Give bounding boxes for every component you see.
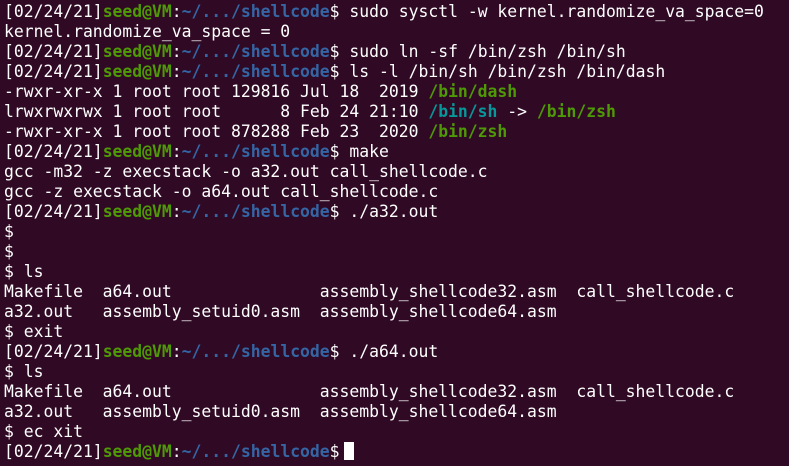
output-text: kernel.randomize_va_space = 0 [4, 22, 291, 41]
output-text: Makefile a64.out assembly_shellcode32.as… [4, 382, 735, 401]
command-text: ./a32.out [339, 202, 439, 221]
output-line: a32.out assembly_setuid0.asm assembly_sh… [4, 302, 789, 322]
prompt-colon: : [171, 342, 182, 361]
prompt-date: [02/24/21] [4, 42, 103, 61]
prompt-line: [02/24/21]seed@VM:~/.../shellcode$ ./a64… [4, 342, 789, 362]
output-text: $ [4, 222, 14, 241]
prompt-symbol: $ [329, 42, 340, 61]
output-line: $ ls [4, 262, 789, 282]
prompt-line: [02/24/21]seed@VM:~/.../shellcode$ sudo … [4, 2, 789, 22]
output-line: gcc -z execstack -o a64.out call_shellco… [4, 182, 789, 202]
prompt-user-host: seed@VM [102, 42, 172, 61]
command-text: sudo sysctl -w kernel.randomize_va_space… [339, 2, 764, 21]
file-info: lrwxrwxrwx 1 root root 8 Feb 24 21:10 [4, 102, 429, 121]
prompt-user-host: seed@VM [102, 342, 172, 361]
prompt-colon: : [171, 42, 182, 61]
prompt-symbol: $ [329, 2, 340, 21]
prompt-user-host: seed@VM [102, 142, 172, 161]
output-line: Makefile a64.out assembly_shellcode32.as… [4, 282, 789, 302]
prompt-colon: : [171, 142, 182, 161]
prompt-user-host: seed@VM [102, 202, 172, 221]
command-text: sudo ln -sf /bin/zsh /bin/sh [339, 42, 626, 61]
terminal-window[interactable]: [02/24/21]seed@VM:~/.../shellcode$ sudo … [0, 0, 789, 466]
prompt-symbol: $ [329, 62, 340, 81]
prompt-symbol: $ [329, 442, 340, 461]
output-text: $ ls [4, 362, 44, 381]
prompt-date: [02/24/21] [4, 2, 103, 21]
output-text: Makefile a64.out assembly_shellcode32.as… [4, 282, 735, 301]
symlink-name: /bin/sh [428, 102, 498, 121]
prompt-colon: : [171, 202, 182, 221]
symlink-arrow: -> [497, 102, 537, 121]
output-text: $ exit [4, 322, 64, 341]
output-line: $ ec xit [4, 422, 789, 442]
output-line: Makefile a64.out assembly_shellcode32.as… [4, 382, 789, 402]
file-info: -rwxr-xr-x 1 root root 129816 Jul 18 201… [4, 82, 429, 101]
prompt-user-host: seed@VM [102, 442, 172, 461]
prompt-line: [02/24/21]seed@VM:~/.../shellcode$ [4, 442, 789, 462]
output-line: $ ls [4, 362, 789, 382]
ls-output-line: -rwxr-xr-x 1 root root 129816 Jul 18 201… [4, 82, 789, 102]
prompt-colon: : [171, 2, 182, 21]
prompt-date: [02/24/21] [4, 202, 103, 221]
output-text: $ ec xit [4, 422, 83, 441]
prompt-colon: : [171, 62, 182, 81]
command-text: ./a64.out [339, 342, 439, 361]
command-text: ls -l /bin/sh /bin/zsh /bin/dash [339, 62, 666, 81]
output-text: gcc -z execstack -o a64.out call_shellco… [4, 182, 439, 201]
prompt-path: ~/.../shellcode [181, 62, 330, 81]
file-name: /bin/dash [428, 82, 518, 101]
prompt-line: [02/24/21]seed@VM:~/.../shellcode$ sudo … [4, 42, 789, 62]
prompt-symbol: $ [329, 342, 340, 361]
prompt-user-host: seed@VM [102, 2, 172, 21]
prompt-path: ~/.../shellcode [181, 342, 330, 361]
symlink-target: /bin/zsh [536, 102, 616, 121]
prompt-path: ~/.../shellcode [181, 42, 330, 61]
prompt-colon: : [171, 442, 182, 461]
prompt-path: ~/.../shellcode [181, 202, 330, 221]
prompt-line: [02/24/21]seed@VM:~/.../shellcode$ ls -l… [4, 62, 789, 82]
prompt-path: ~/.../shellcode [181, 442, 330, 461]
prompt-user-host: seed@VM [102, 62, 172, 81]
output-line: gcc -m32 -z execstack -o a32.out call_sh… [4, 162, 789, 182]
output-line: a32.out assembly_setuid0.asm assembly_sh… [4, 402, 789, 422]
prompt-symbol: $ [329, 142, 340, 161]
prompt-date: [02/24/21] [4, 442, 103, 461]
prompt-symbol: $ [329, 202, 340, 221]
output-text: a32.out assembly_setuid0.asm assembly_sh… [4, 402, 557, 421]
output-line: kernel.randomize_va_space = 0 [4, 22, 789, 42]
file-info: -rwxr-xr-x 1 root root 878288 Feb 23 202… [4, 122, 429, 141]
prompt-date: [02/24/21] [4, 142, 103, 161]
output-line: $ exit [4, 322, 789, 342]
text-cursor[interactable] [343, 442, 354, 460]
file-name: /bin/zsh [428, 122, 508, 141]
output-text: $ ls [4, 262, 44, 281]
output-text: $ [4, 242, 14, 261]
output-line: $ [4, 242, 789, 262]
prompt-date: [02/24/21] [4, 62, 103, 81]
prompt-path: ~/.../shellcode [181, 2, 330, 21]
ls-output-line: -rwxr-xr-x 1 root root 878288 Feb 23 202… [4, 122, 789, 142]
output-line: $ [4, 222, 789, 242]
prompt-line: [02/24/21]seed@VM:~/.../shellcode$ ./a32… [4, 202, 789, 222]
command-text: make [339, 142, 389, 161]
prompt-date: [02/24/21] [4, 342, 103, 361]
prompt-path: ~/.../shellcode [181, 142, 330, 161]
output-text: gcc -m32 -z execstack -o a32.out call_sh… [4, 162, 488, 181]
prompt-line: [02/24/21]seed@VM:~/.../shellcode$ make [4, 142, 789, 162]
output-text: a32.out assembly_setuid0.asm assembly_sh… [4, 302, 557, 321]
ls-output-line: lrwxrwxrwx 1 root root 8 Feb 24 21:10 /b… [4, 102, 789, 122]
